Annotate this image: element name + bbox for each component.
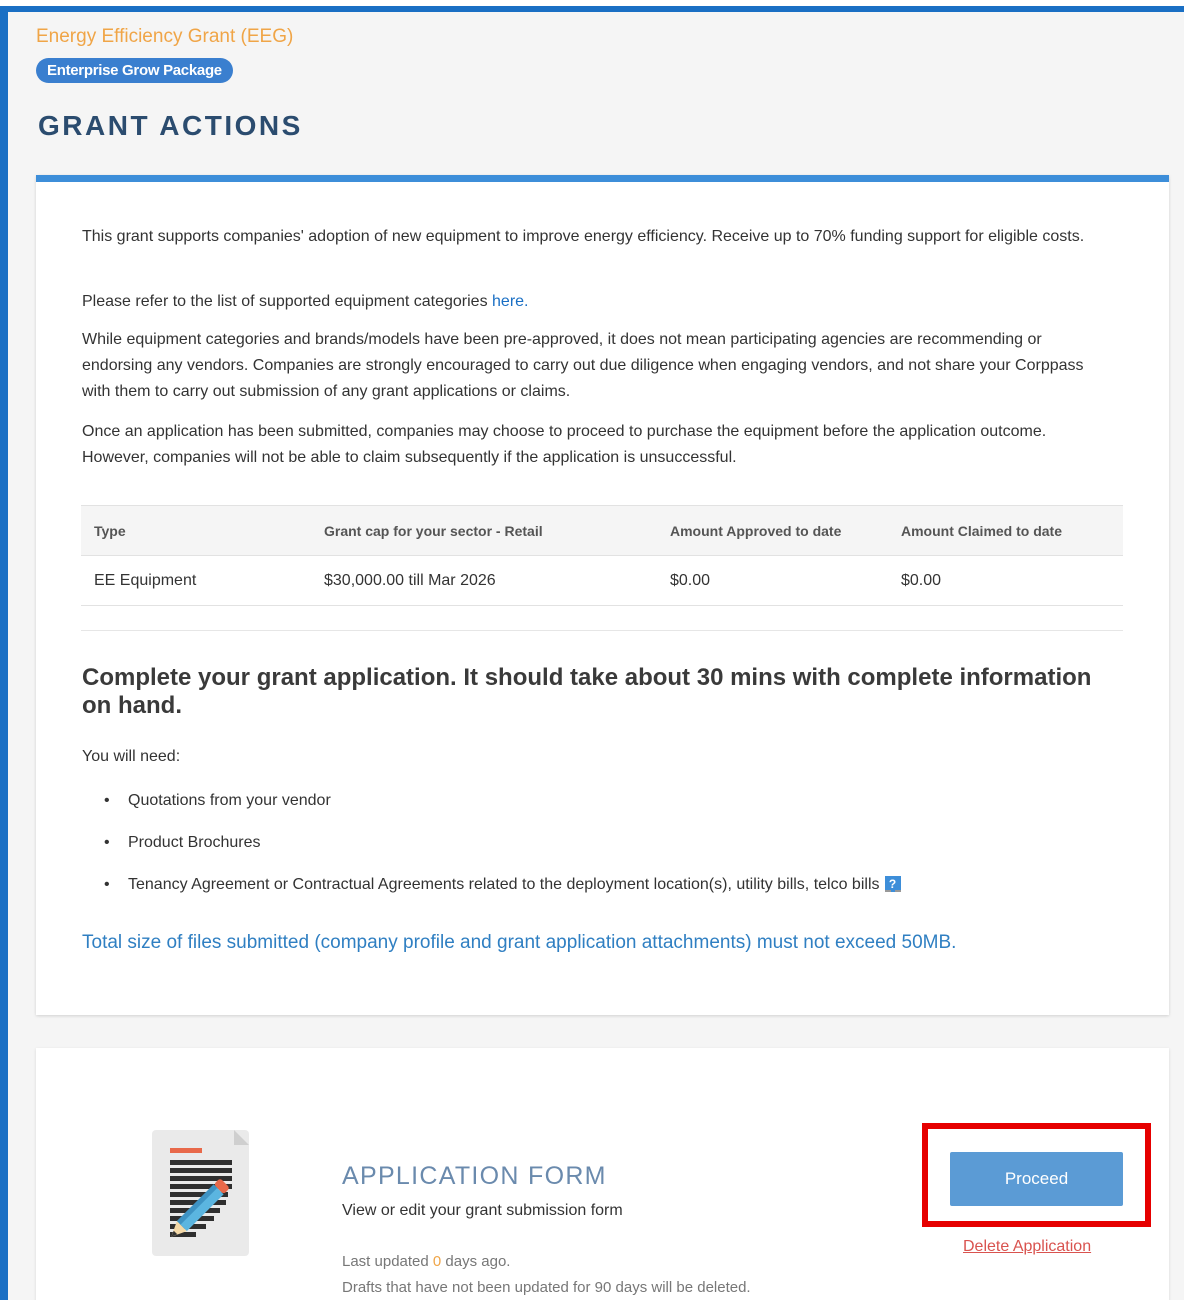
list-item: Quotations from your vendor — [82, 788, 901, 830]
last-updated-text: Last updated 0 days ago. — [342, 1253, 510, 1270]
cell-claimed: $0.00 — [888, 555, 1123, 606]
list-item-label: Tenancy Agreement or Contractual Agreeme… — [128, 876, 880, 893]
application-form-subtitle: View or edit your grant submission form — [342, 1202, 623, 1219]
last-updated-suffix: days ago. — [441, 1253, 511, 1270]
purchase-note: Once an application has been submitted, … — [82, 423, 1047, 466]
list-item-label: Quotations from your vendor — [128, 792, 331, 809]
grant-info-card: This grant supports companies' adoption … — [36, 175, 1169, 1015]
equipment-categories-text: Please refer to the list of supported eq… — [82, 289, 1112, 315]
last-updated-prefix: Last updated — [342, 1253, 433, 1270]
requirements-list: Quotations from your vendor Product Broc… — [82, 788, 901, 914]
package-badge: Enterprise Grow Package — [36, 58, 233, 83]
here-link[interactable]: here. — [492, 293, 528, 310]
column-header-grant-cap: Grant cap for your sector - Retail — [311, 505, 657, 556]
column-header-approved: Amount Approved to date — [657, 505, 888, 556]
cell-approved: $0.00 — [657, 555, 888, 606]
column-header-type: Type — [81, 505, 311, 556]
list-item-label: Product Brochures — [128, 834, 261, 851]
section-divider — [81, 630, 1123, 631]
list-item: Product Brochures — [82, 830, 901, 872]
proceed-button[interactable]: Proceed — [950, 1152, 1123, 1206]
table-header-row: Type Grant cap for your sector - Retail … — [81, 505, 1123, 556]
column-header-claimed: Amount Claimed to date — [888, 505, 1123, 556]
table-row: EE Equipment $30,000.00 till Mar 2026 $0… — [81, 555, 1123, 606]
document-pencil-icon — [152, 1130, 249, 1256]
grant-cap-table: Type Grant cap for your sector - Retail … — [81, 505, 1123, 606]
need-label: You will need: — [82, 748, 181, 765]
delete-application-link[interactable]: Delete Application — [963, 1238, 1091, 1256]
complete-application-heading: Complete your grant application. It shou… — [82, 664, 1092, 719]
vendor-disclaimer: While equipment categories and brands/mo… — [82, 331, 1084, 400]
days-count: 0 — [432, 1253, 442, 1270]
cell-type: EE Equipment — [81, 555, 311, 606]
application-form-card: APPLICATION FORM View or edit your grant… — [36, 1048, 1169, 1300]
cell-grant-cap: $30,000.00 till Mar 2026 — [311, 555, 657, 606]
grant-description: This grant supports companies' adoption … — [82, 228, 1085, 245]
page-frame: Energy Efficiency Grant (EEG) Enterprise… — [0, 6, 1184, 1300]
drafts-deletion-note: Drafts that have not been updated for 90… — [342, 1279, 751, 1296]
page-title: GRANT ACTIONS — [38, 110, 303, 141]
grant-name: Energy Efficiency Grant (EEG) — [36, 26, 294, 47]
help-icon[interactable]: ? — [884, 876, 901, 892]
application-form-title: APPLICATION FORM — [342, 1162, 607, 1190]
list-item: Tenancy Agreement or Contractual Agreeme… — [82, 872, 901, 914]
file-size-note: Total size of files submitted (company p… — [82, 932, 957, 953]
equipment-categories-prefix: Please refer to the list of supported eq… — [82, 293, 493, 310]
